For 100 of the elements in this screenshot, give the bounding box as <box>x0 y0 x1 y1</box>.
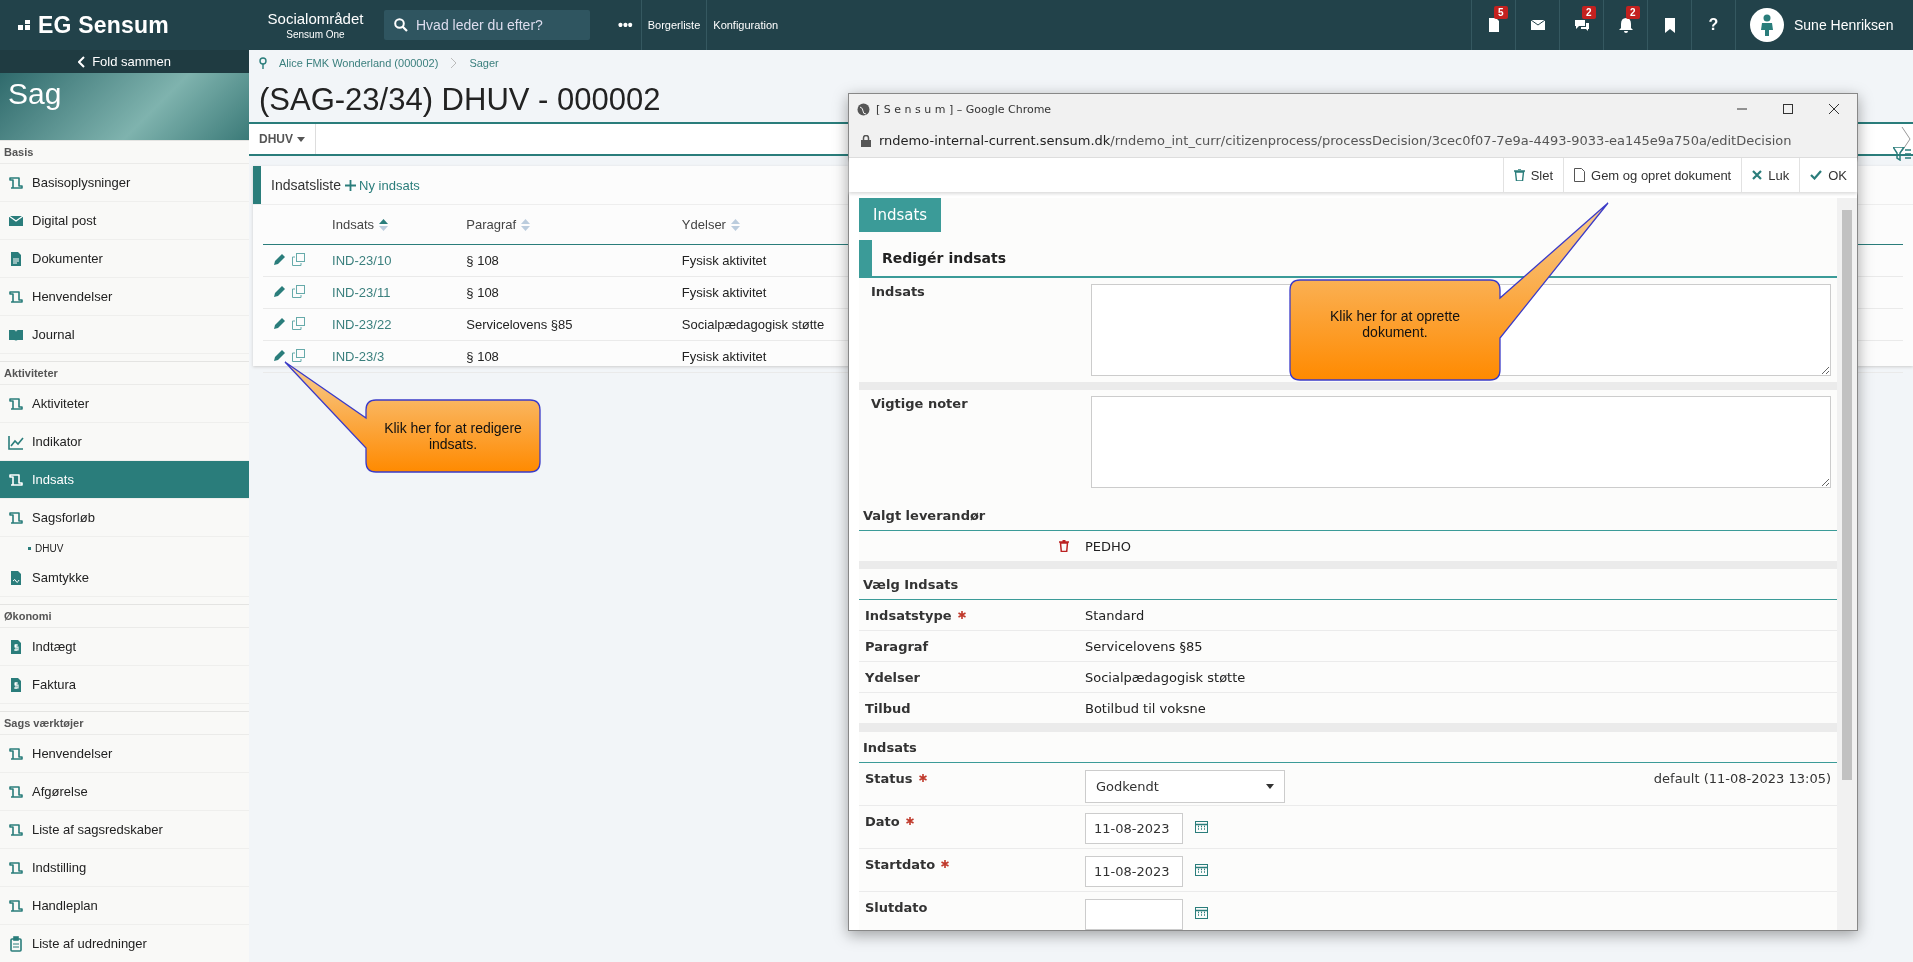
field-value: Socialpædagogisk støtte <box>1085 669 1246 685</box>
section-heading: Indsats <box>863 739 917 755</box>
supplier-value: PEDHO <box>1085 538 1132 554</box>
sidebar-item[interactable]: Faktura <box>0 666 249 704</box>
scroll-icon <box>8 509 24 526</box>
signed-document-icon <box>8 569 24 586</box>
required-icon <box>941 860 950 868</box>
chat-icon[interactable] <box>1573 17 1590 33</box>
calendar-icon[interactable] <box>1195 820 1208 833</box>
breadcrumb-link[interactable]: Alice FMK Wonderland (000002) <box>279 57 439 69</box>
field-value: Botilbud til voksne <box>1085 700 1206 716</box>
trash-icon[interactable] <box>1059 540 1069 552</box>
sidebar-item[interactable]: Indstilling <box>0 849 249 887</box>
copy-icon[interactable] <box>292 348 305 362</box>
help-button[interactable]: ? <box>1691 0 1735 50</box>
column-header[interactable]: Ydelser <box>681 217 726 232</box>
date-field[interactable] <box>1085 899 1183 930</box>
calendar-icon[interactable] <box>1195 906 1208 919</box>
case-link[interactable]: IND-23/22 <box>332 317 392 332</box>
globe-icon <box>857 102 870 116</box>
column-header[interactable]: Paragraf <box>466 217 517 232</box>
scroll-icon <box>8 783 24 800</box>
sidebar-item[interactable]: Indtægt <box>0 628 249 666</box>
date-field[interactable]: 11-08-2023 <box>1085 813 1183 844</box>
filter-icon[interactable] <box>1893 147 1911 161</box>
column-header[interactable]: Indsats <box>332 217 375 232</box>
chevron-icon[interactable] <box>1901 126 1911 152</box>
table-cell: Fysisk aktivitet <box>681 253 767 268</box>
trash-icon <box>1513 169 1525 181</box>
sidebar-item[interactable]: Samtykke <box>0 559 249 597</box>
collapse-button[interactable]: Fold sammen <box>0 50 249 73</box>
table-cell: § 108 <box>466 253 499 268</box>
field-label: Indsatstype <box>859 607 1085 623</box>
case-link[interactable]: IND-23/3 <box>332 349 385 364</box>
sidebar-item[interactable]: Journal <box>0 316 249 354</box>
app-logo: EG Sensum <box>38 11 169 39</box>
field-label: Indsats <box>870 284 926 301</box>
section-heading: Vælg Indsats <box>863 576 959 592</box>
scrollbar[interactable] <box>1837 198 1857 930</box>
sidebar-item[interactable]: Indsats <box>0 461 249 499</box>
copy-icon[interactable] <box>292 252 305 266</box>
count-badge: 2 <box>1582 6 1596 19</box>
scroll-icon <box>8 471 24 488</box>
window-title: [ S e n s u m ] – Google Chrome <box>876 102 1052 116</box>
required-icon <box>905 817 914 825</box>
sort-icon[interactable] <box>379 217 389 232</box>
count-badge: 2 <box>1626 6 1640 19</box>
chevron-left-icon <box>78 55 87 68</box>
pencil-icon[interactable] <box>273 348 286 362</box>
sidebar-subitem[interactable]: DHUV <box>0 537 249 559</box>
envelope-icon[interactable] <box>1529 17 1546 33</box>
table-cell: Fysisk aktivitet <box>681 349 767 364</box>
field-label: Tilbud <box>864 700 912 716</box>
scroll-icon <box>8 395 24 412</box>
scroll-icon <box>8 174 24 191</box>
sidebar-item[interactable]: Aktiviteter <box>0 385 249 423</box>
more-button[interactable]: ••• <box>610 17 641 33</box>
copy-icon[interactable] <box>292 316 305 330</box>
toolbar-button[interactable]: 2 <box>1603 0 1647 50</box>
maximize-icon <box>1783 104 1793 114</box>
breadcrumb-link[interactable]: Sager <box>469 57 499 69</box>
nav-link[interactable]: Konfiguration <box>706 0 785 50</box>
copy-icon[interactable] <box>292 284 305 298</box>
case-dropdown[interactable]: DHUV <box>249 124 316 154</box>
pencil-icon[interactable] <box>273 252 286 266</box>
checkmark-icon <box>1810 170 1823 180</box>
bell-icon[interactable] <box>1617 17 1634 33</box>
toolbar-button[interactable]: 5 <box>1471 0 1515 50</box>
pencil-icon[interactable] <box>273 284 286 298</box>
section-title: Redigér indsats <box>882 250 1006 266</box>
user-name[interactable]: Sune Henriksen <box>1794 17 1894 33</box>
invoice-icon <box>8 676 24 693</box>
date-field[interactable]: 11-08-2023 <box>1085 856 1183 887</box>
caret-icon <box>1266 784 1274 789</box>
sidebar-item[interactable]: Handleplan <box>0 887 249 925</box>
panel-title: Indsatsliste <box>271 177 342 193</box>
add-link[interactable]: Ny indsats <box>345 177 420 193</box>
avatar-icon[interactable] <box>1750 8 1784 42</box>
toolbar-button[interactable]: 2 <box>1559 0 1603 50</box>
sidebar-item[interactable]: Basisoplysninger <box>0 164 249 202</box>
status-dropdown[interactable]: Godkendt <box>1085 770 1285 803</box>
count-badge: 5 <box>1494 6 1508 19</box>
case-link[interactable]: IND-23/10 <box>332 253 392 268</box>
sidebar-item[interactable]: Liste af sagsredskaber <box>0 811 249 849</box>
document-icon <box>8 250 24 267</box>
case-link[interactable]: IND-23/11 <box>332 285 391 300</box>
search-field[interactable]: Hvad leder du efter? <box>384 10 590 40</box>
sidebar-item[interactable]: Liste af udredninger <box>0 925 249 962</box>
scroll-icon <box>8 897 24 914</box>
field-label: Paragraf <box>864 638 930 654</box>
calendar-icon[interactable] <box>1195 863 1208 876</box>
sidebar-item[interactable]: Dokumenter <box>0 240 249 278</box>
sidebar-item[interactable]: Digital post <box>0 202 249 240</box>
sidebar-item[interactable]: Sagsforløb <box>0 499 249 537</box>
sidebar-item[interactable]: Henvendelser <box>0 735 249 773</box>
sidebar-item[interactable]: Afgørelse <box>0 773 249 811</box>
sidebar-item[interactable]: Henvendelser <box>0 278 249 316</box>
pencil-icon[interactable] <box>273 316 286 330</box>
nav-link[interactable]: Borgerliste <box>640 0 707 50</box>
page-title: (SAG-23/34) DHUV - 000002 <box>258 81 661 119</box>
